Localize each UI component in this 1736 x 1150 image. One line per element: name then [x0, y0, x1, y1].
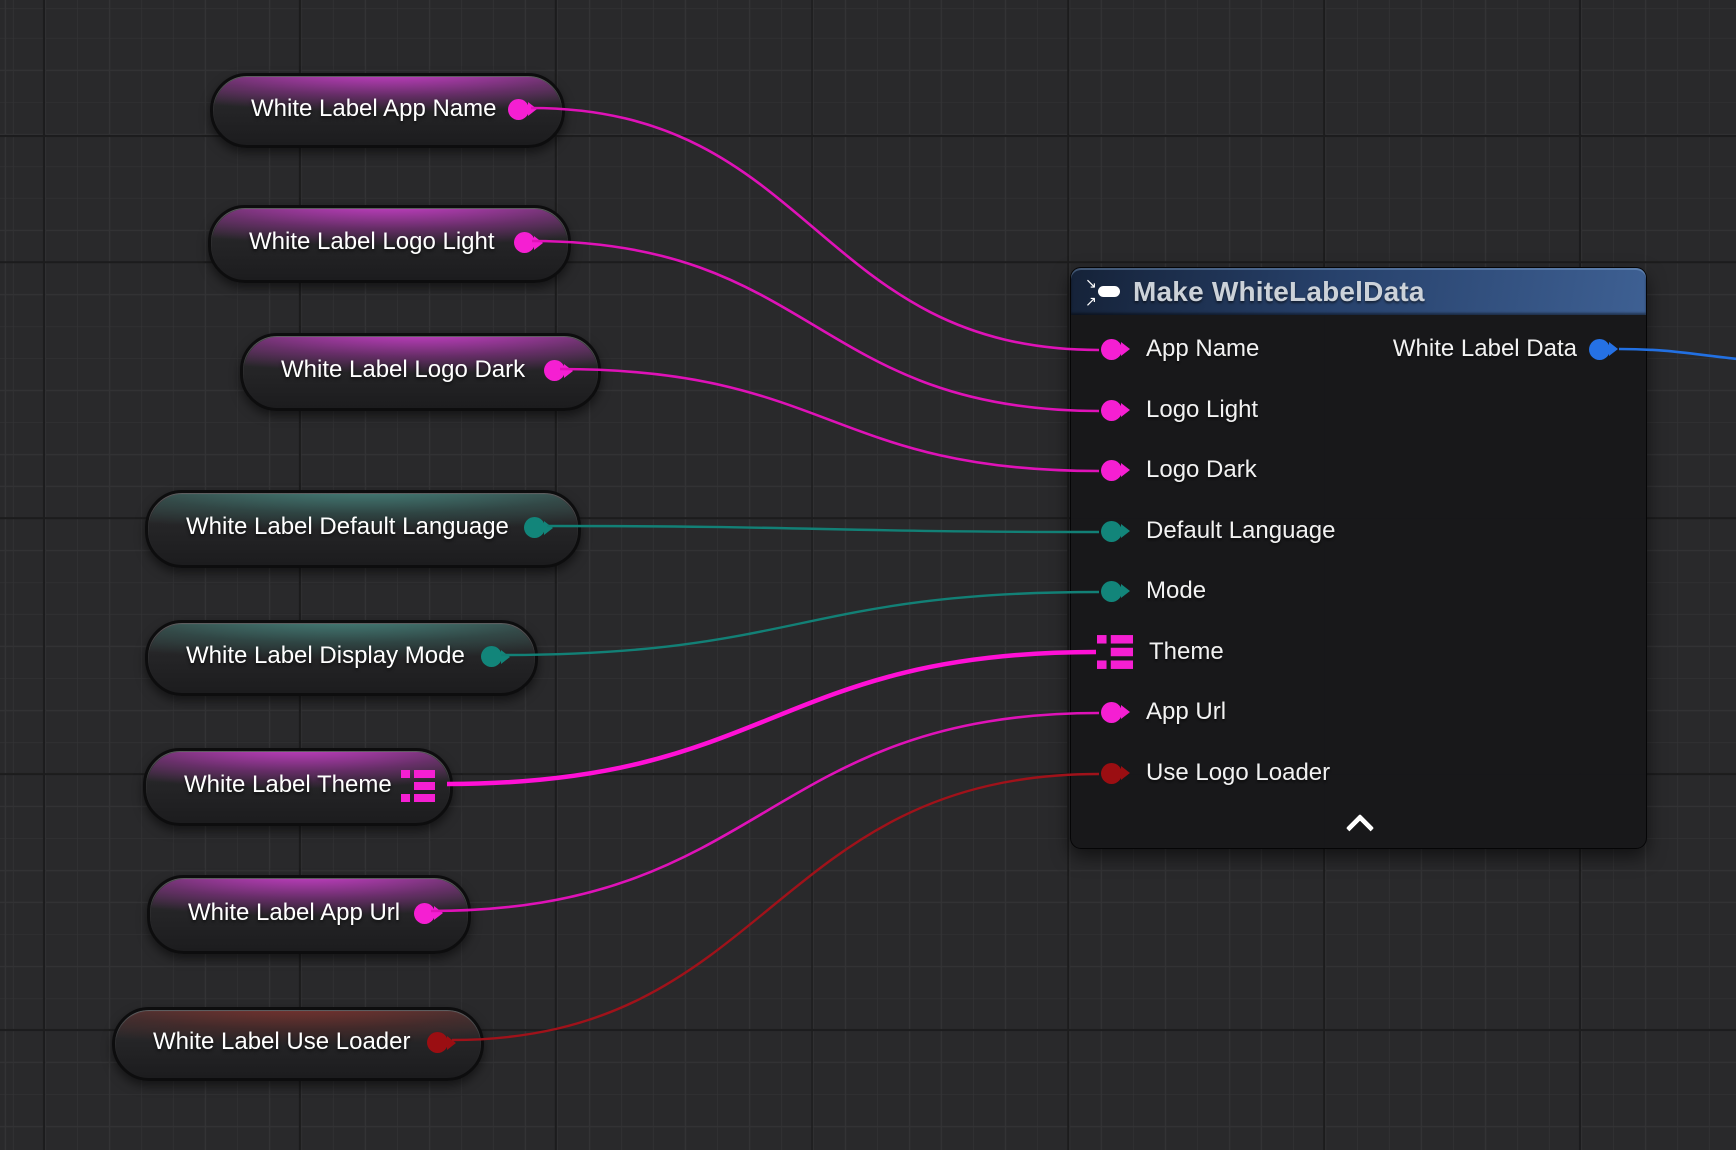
pin-label: Mode [1146, 577, 1206, 605]
string-input-pin[interactable] [1101, 400, 1122, 421]
collapse-node-button[interactable] [1339, 808, 1381, 840]
make-struct-icon: ↘↗ [1085, 277, 1125, 307]
input-row-logo-dark: Logo Dark [1071, 450, 1257, 490]
pin-label: Default Language [1146, 517, 1336, 545]
string-input-pin[interactable] [1101, 339, 1122, 360]
var-node-label: White Label Display Mode [186, 623, 465, 689]
var-node-app-url[interactable]: White Label App Url [147, 875, 471, 954]
wire-use-loader[interactable] [452, 774, 1099, 1040]
node-title: Make WhiteLabelData [1133, 268, 1425, 315]
pin-label: App Name [1146, 335, 1259, 363]
string-input-pin[interactable] [1101, 460, 1122, 481]
var-node-label: White Label Logo Dark [281, 336, 525, 404]
pin-label: Theme [1149, 638, 1224, 666]
pin-label: White Label Data [1393, 335, 1577, 363]
var-node-app-name[interactable]: White Label App Name [210, 73, 565, 148]
input-row-mode: Mode [1071, 571, 1206, 611]
chevron-up-icon [1346, 814, 1374, 842]
string-output-pin[interactable] [514, 232, 535, 253]
var-node-label: White Label App Url [188, 878, 400, 947]
var-node-logo-dark[interactable]: White Label Logo Dark [240, 333, 601, 411]
wire-theme[interactable] [447, 652, 1096, 784]
var-node-default-language[interactable]: White Label Default Language [145, 490, 581, 568]
string-output-pin[interactable] [508, 99, 529, 120]
var-node-use-loader[interactable]: White Label Use Loader [112, 1007, 484, 1081]
var-node-logo-light[interactable]: White Label Logo Light [208, 205, 571, 283]
var-node-label: White Label Logo Light [249, 208, 495, 276]
wire-display-mode[interactable] [501, 592, 1099, 655]
input-row-logo-light: Logo Light [1071, 390, 1258, 430]
pin-label: App Url [1146, 698, 1226, 726]
pin-label: Logo Dark [1146, 456, 1257, 484]
output-row-white-label-data: White Label Data [1393, 329, 1646, 369]
var-node-label: White Label Default Language [186, 493, 509, 561]
var-node-label: White Label App Name [251, 76, 496, 141]
enum-output-pin[interactable] [481, 646, 502, 667]
pin-label: Logo Light [1146, 396, 1258, 424]
pin-label: Use Logo Loader [1146, 759, 1330, 787]
var-node-label: White Label Use Loader [153, 1010, 410, 1074]
node-title-bar[interactable]: ↘↗ Make WhiteLabelData [1071, 268, 1646, 315]
make-whitelabeldata-node[interactable]: ↘↗ Make WhiteLabelData App Name Logo Lig… [1070, 267, 1647, 849]
input-row-app-name: App Name [1071, 329, 1259, 369]
struct-output-pin[interactable] [1589, 339, 1610, 360]
input-row-default-language: Default Language [1071, 511, 1336, 551]
enum-input-pin[interactable] [1101, 581, 1122, 602]
bool-output-pin[interactable] [427, 1032, 448, 1053]
string-input-pin[interactable] [1101, 702, 1122, 723]
struct-grid-icon[interactable] [1097, 635, 1133, 669]
bool-input-pin[interactable] [1101, 763, 1122, 784]
wire-default-language[interactable] [547, 526, 1099, 532]
var-node-theme[interactable]: White Label Theme [143, 748, 453, 826]
string-output-pin[interactable] [544, 360, 565, 381]
struct-grid-icon[interactable] [400, 770, 436, 802]
wire-app-name[interactable] [531, 108, 1099, 350]
input-row-app-url: App Url [1071, 692, 1226, 732]
wire-app-url[interactable] [431, 713, 1099, 911]
enum-output-pin[interactable] [524, 517, 545, 538]
enum-input-pin[interactable] [1101, 521, 1122, 542]
input-row-theme: Theme [1071, 632, 1224, 672]
blueprint-graph-canvas[interactable]: White Label App Name White Label Logo Li… [0, 0, 1736, 1150]
wire-logo-dark[interactable] [560, 369, 1099, 471]
var-node-label: White Label Theme [184, 751, 392, 819]
input-row-use-logo-loader: Use Logo Loader [1071, 753, 1330, 793]
string-output-pin[interactable] [414, 903, 435, 924]
wire-logo-light[interactable] [532, 241, 1099, 411]
var-node-display-mode[interactable]: White Label Display Mode [145, 620, 538, 696]
